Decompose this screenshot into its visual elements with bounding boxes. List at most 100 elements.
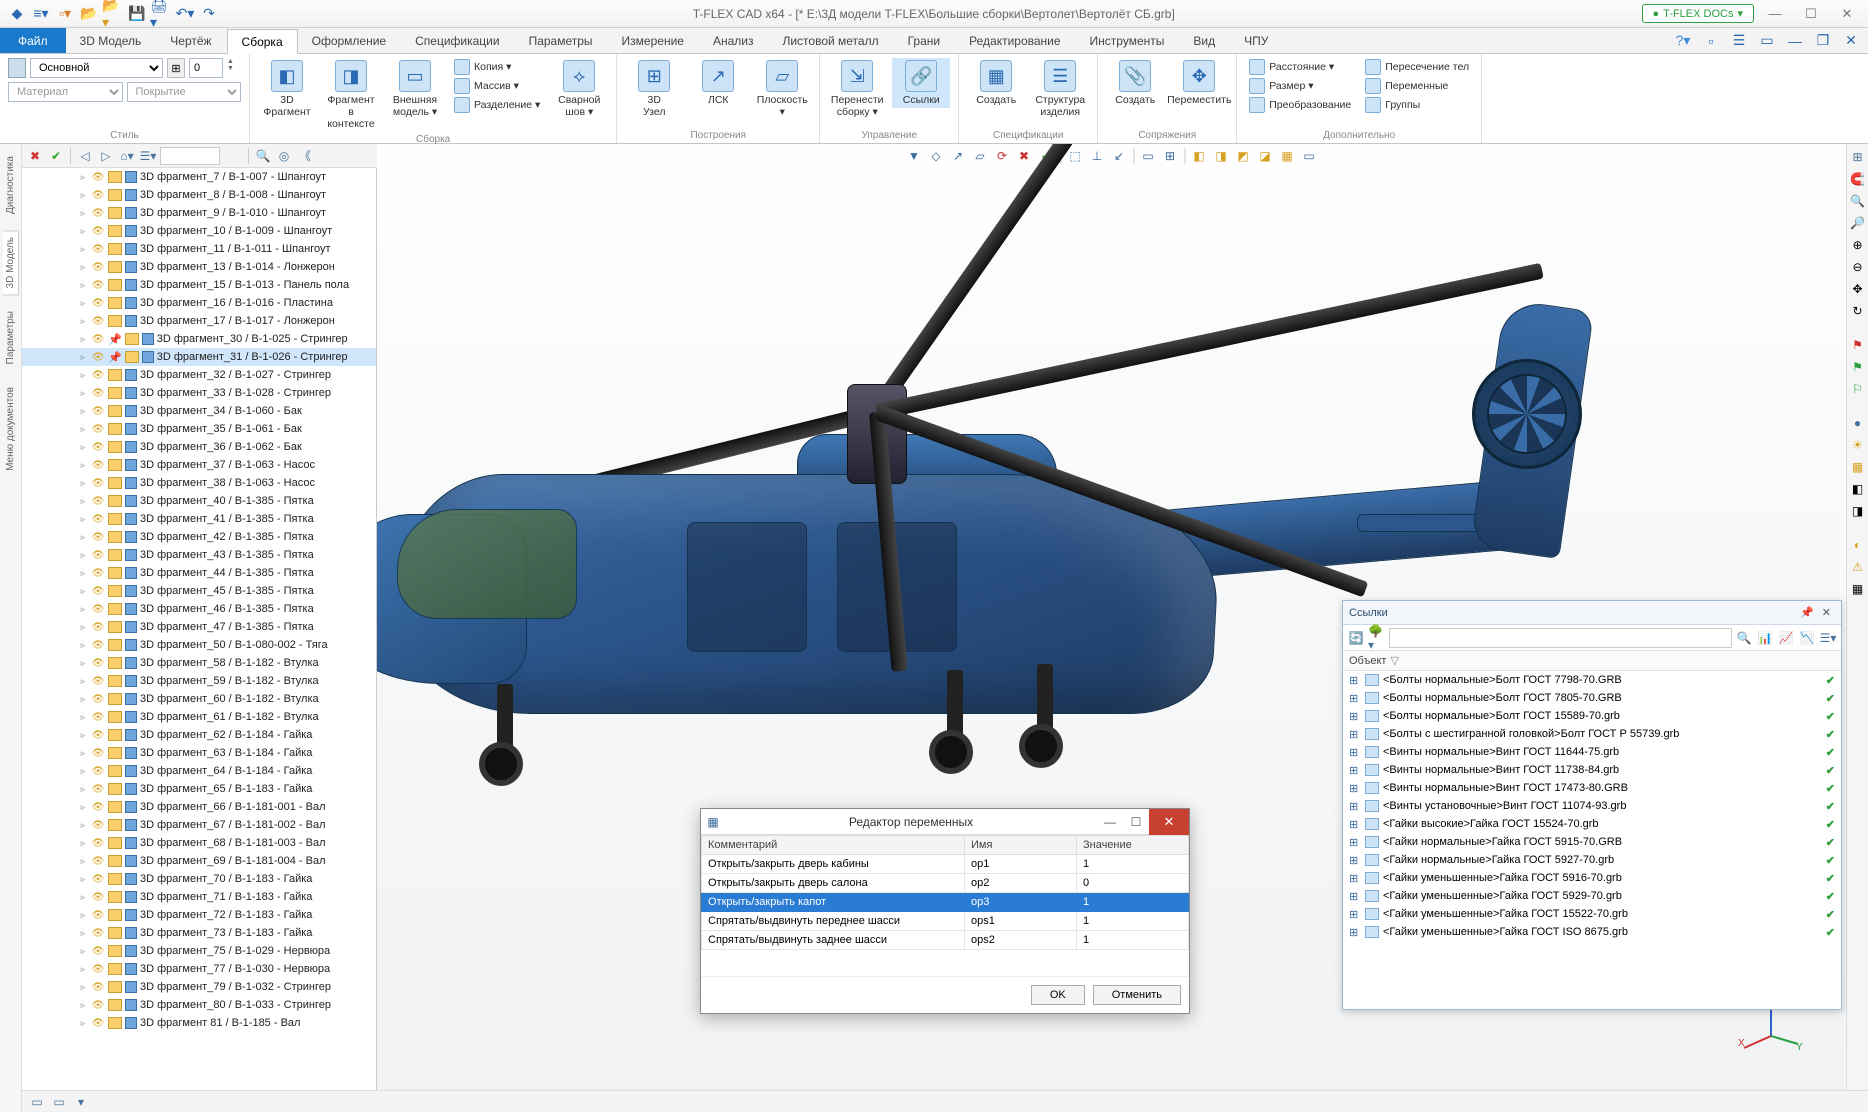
- vt-grid[interactable]: ⊞: [1160, 146, 1180, 166]
- docs-button[interactable]: T-FLEX DOCs▾: [1642, 4, 1754, 23]
- tree-row[interactable]: ▹👁3D фрагмент_69 / В-1-181-004 - Вал: [22, 852, 376, 870]
- style-material-combo[interactable]: Материал: [8, 82, 123, 102]
- tree-row[interactable]: ▹👁3D фрагмент_13 / В-1-014 - Лонжерон: [22, 258, 376, 276]
- minimize-button[interactable]: —: [1760, 3, 1790, 25]
- tree-row[interactable]: ▹👁3D фрагмент_67 / В-1-181-002 - Вал: [22, 816, 376, 834]
- rs-zoom[interactable]: 🔍: [1849, 192, 1867, 210]
- var-titlebar[interactable]: ▦ Редактор переменных — ☐ ✕: [701, 809, 1189, 835]
- links-list[interactable]: ⊞<Болты нормальные>Болт ГОСТ 7798-70.GRB…: [1343, 671, 1841, 1009]
- var-row[interactable]: Открыть/закрыть капотop31: [702, 893, 1189, 912]
- tree-tb-cancel[interactable]: ✖: [26, 147, 44, 165]
- tree-row[interactable]: ▹👁3D фрагмент_68 / В-1-181-003 - Вал: [22, 834, 376, 852]
- tab-Измерение[interactable]: Измерение: [608, 28, 699, 53]
- rect-icon[interactable]: ▭: [1756, 30, 1778, 52]
- links-tb-2[interactable]: 📈: [1777, 629, 1795, 647]
- ribbon-smallbtn[interactable]: Разделение ▾: [450, 96, 544, 114]
- ribbon-smallbtn[interactable]: Расстояние ▾: [1245, 58, 1355, 76]
- tree-row[interactable]: ▹👁3D фрагмент_36 / В-1-062 - Бак: [22, 438, 376, 456]
- vt-cube4[interactable]: ◪: [1255, 146, 1275, 166]
- rs-box[interactable]: ▦: [1849, 458, 1867, 476]
- tree-row[interactable]: ▹👁3D фрагмент_79 / В-1-032 - Стрингер: [22, 978, 376, 996]
- tab-Параметры[interactable]: Параметры: [515, 28, 608, 53]
- vt-edge[interactable]: ↗: [948, 146, 968, 166]
- tree-row[interactable]: ▹👁3D фрагмент_47 / В-1-385 - Пятка: [22, 618, 376, 636]
- style-coating-combo[interactable]: Покрытие: [127, 82, 242, 102]
- var-row[interactable]: Спрятать/выдвинуть заднее шассиops21: [702, 931, 1189, 950]
- tab-Листовой металл[interactable]: Листовой металл: [768, 28, 893, 53]
- qat-dropdown[interactable]: ≡▾: [30, 3, 52, 25]
- sb-3[interactable]: ▾: [72, 1093, 90, 1111]
- vt-node[interactable]: ◇: [926, 146, 946, 166]
- rs-clip[interactable]: ◐: [1849, 536, 1867, 554]
- ribbon-btn[interactable]: ◧3DФрагмент: [258, 58, 316, 120]
- tree-row[interactable]: ▹👁3D фрагмент_66 / В-1-181-001 - Вал: [22, 798, 376, 816]
- link-row[interactable]: ⊞<Гайки высокие>Гайка ГОСТ 15524-70.grb✔: [1343, 815, 1841, 833]
- var-ok-button[interactable]: OK: [1031, 985, 1085, 1005]
- link-row[interactable]: ⊞<Гайки нормальные>Гайка ГОСТ 5927-70.gr…: [1343, 851, 1841, 869]
- var-row[interactable]: Открыть/закрыть дверь кабиныop11: [702, 855, 1189, 874]
- file-button[interactable]: Файл: [0, 28, 66, 53]
- ribbon-smallbtn[interactable]: Копия ▾: [450, 58, 544, 76]
- rs-shade2[interactable]: ◨: [1849, 502, 1867, 520]
- spine-docs-menu[interactable]: Меню документов: [3, 381, 18, 477]
- var-grid[interactable]: Комментарий Имя Значение Открыть/закрыть…: [701, 835, 1189, 950]
- rs-refresh[interactable]: ↻: [1849, 302, 1867, 320]
- vt-cube3[interactable]: ◩: [1233, 146, 1253, 166]
- rs-zoom-out[interactable]: ⊖: [1849, 258, 1867, 276]
- ribbon-btn[interactable]: ⊞3DУзел: [625, 58, 683, 120]
- tab-Грани[interactable]: Грани: [894, 28, 956, 53]
- tree-row[interactable]: ▹👁3D фрагмент_44 / В-1-385 - Пятка: [22, 564, 376, 582]
- tree-row[interactable]: ▹👁3D фрагмент_64 / В-1-184 - Гайка: [22, 762, 376, 780]
- rs-magnet[interactable]: 🧲: [1849, 170, 1867, 188]
- tree-row[interactable]: ▹👁3D фрагмент_9 / В-1-010 - Шпангоут: [22, 204, 376, 222]
- mdi-restore[interactable]: ❐: [1812, 30, 1834, 52]
- var-row[interactable]: Открыть/закрыть дверь салонаop20: [702, 874, 1189, 893]
- tree-row[interactable]: ▹👁3D фрагмент_72 / В-1-183 - Гайка: [22, 906, 376, 924]
- rs-pan[interactable]: ✥: [1849, 280, 1867, 298]
- tab-Вид[interactable]: Вид: [1179, 28, 1230, 53]
- rs-redflag[interactable]: ⚑: [1849, 336, 1867, 354]
- rs-zoom-in[interactable]: ⊕: [1849, 236, 1867, 254]
- tree-row[interactable]: ▹👁3D фрагмент_17 / В-1-017 - Лонжерон: [22, 312, 376, 330]
- tree-row[interactable]: ▹👁3D фрагмент_60 / В-1-182 - Втулка: [22, 690, 376, 708]
- tab-Анализ[interactable]: Анализ: [699, 28, 769, 53]
- tree-row[interactable]: ▹👁📌3D фрагмент_30 / В-1-025 - Стрингер: [22, 330, 376, 348]
- tree-filter[interactable]: [160, 147, 220, 165]
- tree-row[interactable]: ▹👁3D фрагмент_11 / В-1-011 - Шпангоут: [22, 240, 376, 258]
- tree-row[interactable]: ▹👁3D фрагмент_8 / В-1-008 - Шпангоут: [22, 186, 376, 204]
- tree-row[interactable]: ▹👁3D фрагмент_37 / В-1-063 - Насос: [22, 456, 376, 474]
- var-minimize[interactable]: —: [1097, 815, 1123, 829]
- tree-row[interactable]: ▹👁3D фрагмент_62 / В-1-184 - Гайка: [22, 726, 376, 744]
- var-close[interactable]: ✕: [1149, 809, 1189, 835]
- qat-open-dropdown[interactable]: 📂▾: [102, 3, 124, 25]
- tree-row[interactable]: ▹👁3D фрагмент_58 / В-1-182 - Втулка: [22, 654, 376, 672]
- ribbon-smallbtn[interactable]: Преобразование: [1245, 96, 1355, 114]
- rs-grid[interactable]: ⊞: [1849, 148, 1867, 166]
- link-row[interactable]: ⊞<Винты нормальные>Винт ГОСТ 17473-80.GR…: [1343, 779, 1841, 797]
- tab-Инструменты[interactable]: Инструменты: [1076, 28, 1180, 53]
- tree-row[interactable]: ▹👁3D фрагмент_10 / В-1-009 - Шпангоут: [22, 222, 376, 240]
- tree-tb-left[interactable]: 《: [296, 147, 314, 165]
- tree-tb-search[interactable]: 🔍: [254, 147, 272, 165]
- tab-Редактирование[interactable]: Редактирование: [955, 28, 1075, 53]
- link-row[interactable]: ⊞<Гайки уменьшенные>Гайка ГОСТ 5929-70.g…: [1343, 887, 1841, 905]
- tab-Спецификации[interactable]: Спецификации: [401, 28, 514, 53]
- var-maximize[interactable]: ☐: [1123, 815, 1149, 829]
- help-icon[interactable]: ?▾: [1672, 30, 1694, 52]
- tree-row[interactable]: ▹👁3D фрагмент_42 / В-1-385 - Пятка: [22, 528, 376, 546]
- vt-x[interactable]: ✖: [1014, 146, 1034, 166]
- tree-row[interactable]: ▹👁3D фрагмент_59 / В-1-182 - Втулка: [22, 672, 376, 690]
- mdi-minimize[interactable]: —: [1784, 30, 1806, 52]
- tree-row[interactable]: ▹👁3D фрагмент_46 / В-1-385 - Пятка: [22, 600, 376, 618]
- tree-row[interactable]: ▹👁3D фрагмент_16 / В-1-016 - Пластина: [22, 294, 376, 312]
- var-cancel-button[interactable]: Отменить: [1093, 985, 1181, 1005]
- tab-Оформление[interactable]: Оформление: [298, 28, 401, 53]
- vt-face[interactable]: ▱: [970, 146, 990, 166]
- tree-tb-fwd[interactable]: ▷: [97, 147, 115, 165]
- tab-Сборка[interactable]: Сборка: [227, 29, 298, 54]
- ribbon-btn[interactable]: 🔗Ссылки: [892, 58, 950, 108]
- tree-row[interactable]: ▹👁3D фрагмент_43 / В-1-385 - Пятка: [22, 546, 376, 564]
- ribbon-btn[interactable]: ↗ЛСК: [689, 58, 747, 108]
- qat-print[interactable]: 🖨▾: [150, 3, 172, 25]
- vt-lcs2[interactable]: ⊥: [1087, 146, 1107, 166]
